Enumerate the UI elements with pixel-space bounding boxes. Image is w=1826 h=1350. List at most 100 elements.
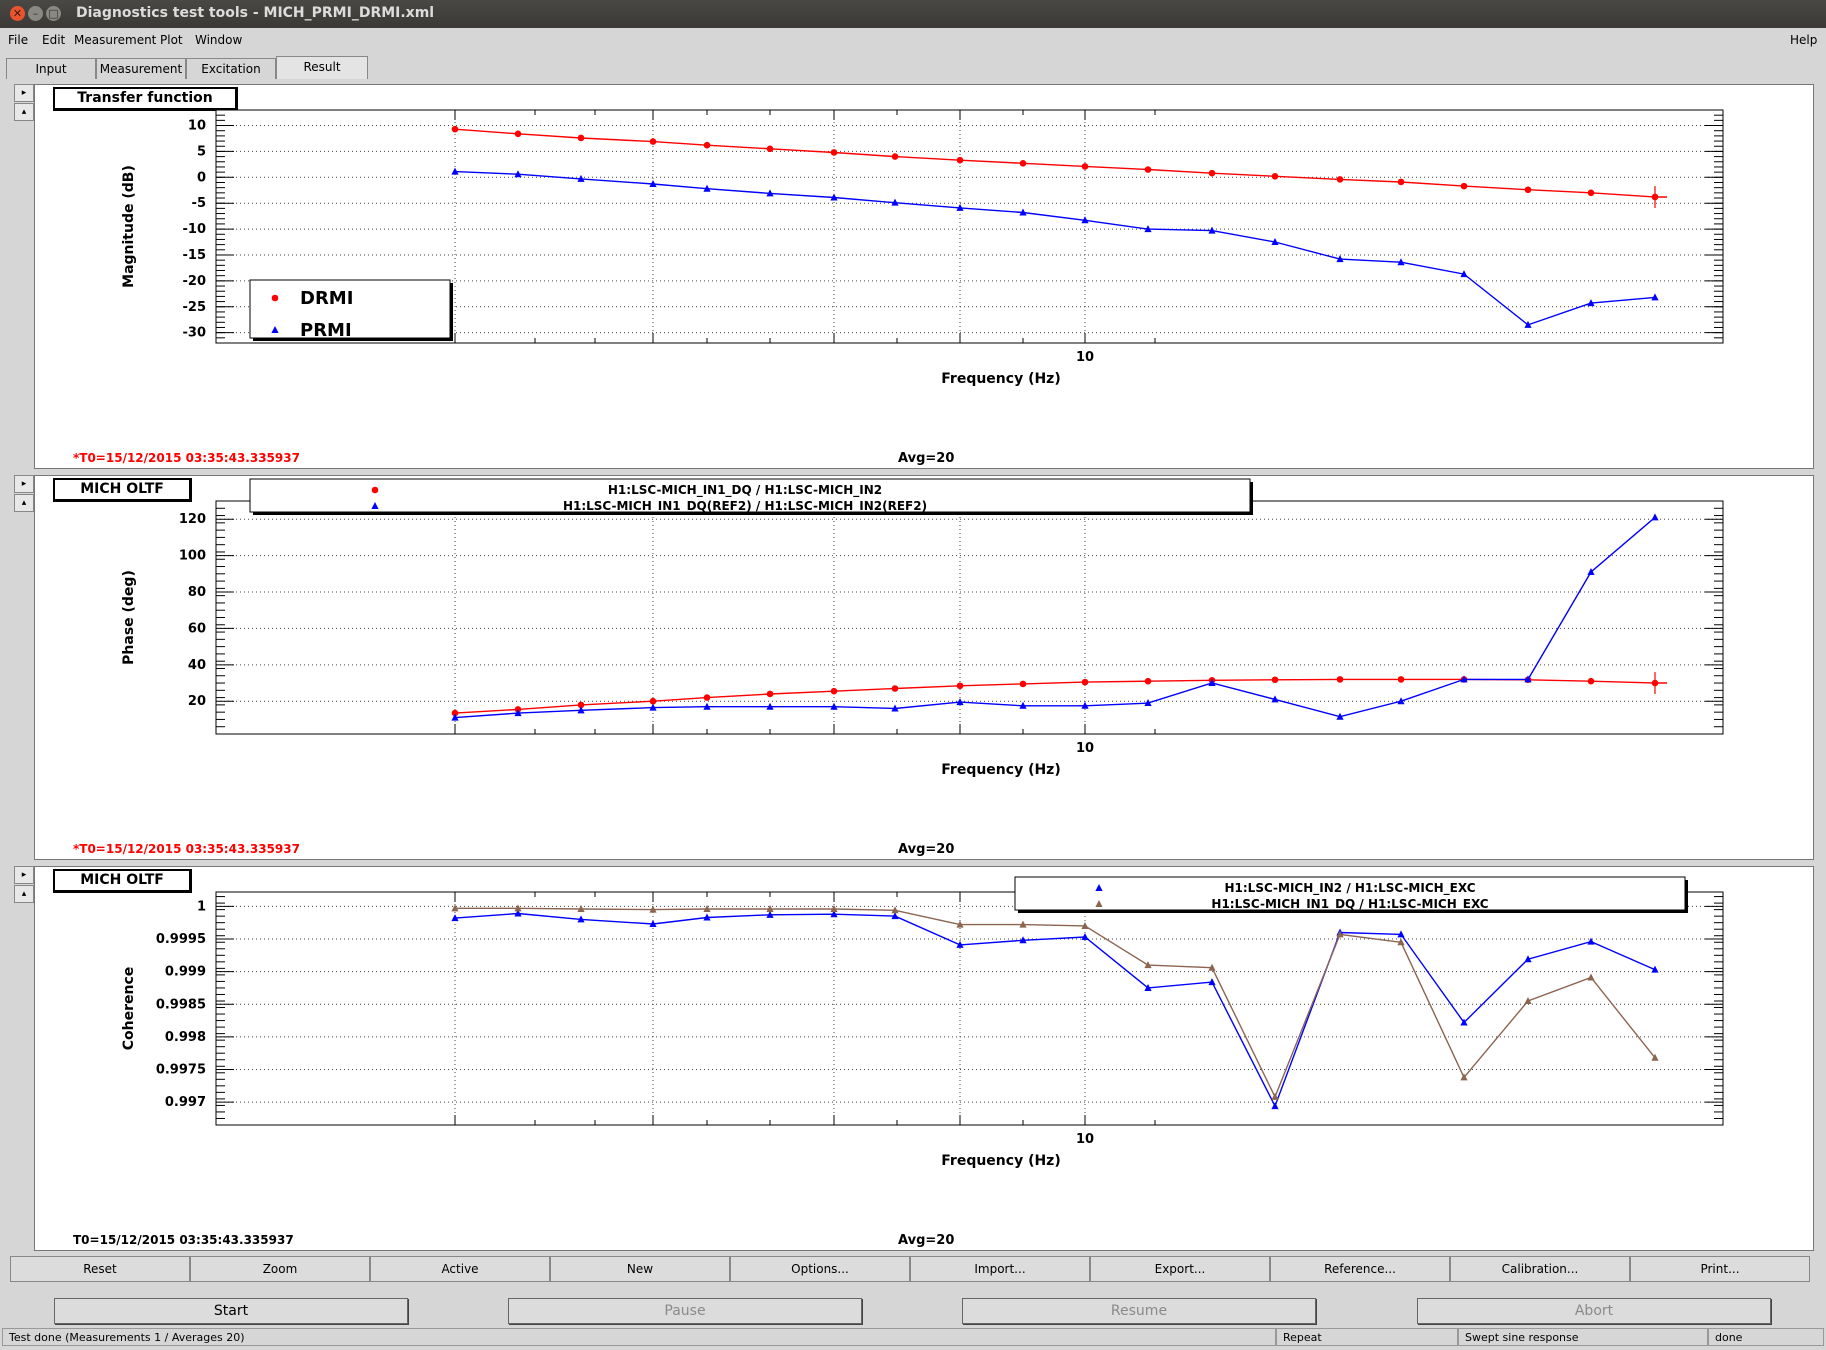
plot-panel-transfer-function[interactable]: Transfer function 10 5 0 -5 -10 -15 -20 -25 -30 1… — [34, 84, 1814, 469]
y-axis-label: Phase (deg) — [121, 570, 137, 665]
plot-panel-mich-oltf-coherence[interactable]: MICH OLTF 1 0.9995 0.999 0.9985 0.998 0.9975 0… — [34, 866, 1814, 1251]
magnitude-plot[interactable]: 10 5 0 -5 -10 -15 -20 -25 -30 10 Frequency (Hz) Mag… — [35, 85, 1813, 468]
data-point — [1397, 178, 1405, 186]
status-type: Swept sine response — [1458, 1328, 1708, 1346]
data-point — [956, 156, 964, 164]
menu-measurement[interactable]: Measurement — [74, 33, 156, 47]
resume-button[interactable]: Resume — [962, 1298, 1316, 1324]
tab-input[interactable]: Input — [6, 58, 96, 79]
data-point — [703, 694, 711, 701]
legend-label: PRMI — [300, 320, 352, 341]
data-point — [1144, 677, 1152, 685]
legend-label: H1:LSC-MICH_IN1_DQ / H1:LSC-MICH_EXC — [1211, 897, 1488, 912]
close-window-icon[interactable]: ✕ — [10, 6, 25, 21]
maximize-window-icon[interactable]: □ — [46, 6, 61, 21]
data-point — [451, 125, 459, 133]
active-button[interactable]: Active — [370, 1256, 550, 1282]
panel-expand-icon[interactable]: ▸ — [14, 866, 34, 884]
data-point — [1081, 163, 1089, 170]
data-point — [703, 141, 711, 149]
new-button[interactable]: New — [550, 1256, 730, 1282]
timestamp-label: *T0=15/12/2015 03:35:43.335937 — [73, 451, 300, 465]
plot-panel-mich-oltf-phase[interactable]: MICH OLTF 120 100 80 60 40 20 10 Frequency (Hz)… — [34, 475, 1814, 860]
reset-button[interactable]: Reset — [10, 1256, 190, 1282]
import-button[interactable]: Import... — [910, 1256, 1090, 1282]
panel-collapse-icon[interactable]: ▴ — [14, 103, 34, 121]
data-point — [891, 685, 899, 692]
data-point — [1460, 182, 1468, 190]
y-tick-label: -30 — [183, 326, 207, 341]
tab-bar: Input Measurement Excitation Result — [0, 56, 1826, 80]
data-point — [577, 134, 585, 142]
tab-excitation[interactable]: Excitation — [186, 58, 276, 79]
legend-label: DRMI — [300, 288, 353, 309]
x-axis-label: Frequency (Hz) — [941, 1153, 1060, 1169]
panel-expand-icon[interactable]: ▸ — [14, 84, 34, 102]
y-tick-label: 0.9975 — [156, 1063, 206, 1078]
y-tick-label: 0.998 — [165, 1030, 206, 1045]
legend-label: H1:LSC-MICH_IN1_DQ / H1:LSC-MICH_IN2 — [608, 483, 882, 498]
data-point — [1144, 166, 1152, 173]
plot-frame — [215, 891, 1724, 1126]
data-point — [1587, 677, 1595, 685]
y-tick-label: 100 — [179, 549, 206, 564]
coherence-plot[interactable]: 1 0.9995 0.999 0.9985 0.998 0.9975 0.997 10 Freq… — [35, 867, 1813, 1250]
options-button[interactable]: Options... — [730, 1256, 910, 1282]
data-point — [1081, 678, 1089, 686]
plot-toolbar: Reset Zoom Active New Options... Import.… — [10, 1256, 1810, 1282]
panel-collapse-icon[interactable]: ▴ — [14, 885, 34, 903]
menu-help[interactable]: Help — [1790, 33, 1817, 47]
average-label: Avg=20 — [898, 451, 955, 466]
data-point — [1019, 160, 1027, 167]
menu-plot[interactable]: Plot — [160, 33, 183, 47]
tab-result[interactable]: Result — [276, 56, 368, 79]
panel-collapse-icon[interactable]: ▴ — [14, 494, 34, 512]
data-point — [1019, 680, 1027, 688]
menu-bar: File Edit Measurement Plot Window Help — [0, 30, 1826, 52]
reference-button[interactable]: Reference... — [1270, 1256, 1450, 1282]
data-point — [649, 697, 657, 705]
menu-file[interactable]: File — [8, 33, 28, 47]
window-title: Diagnostics test tools - MICH_PRMI_DRMI.… — [76, 5, 435, 21]
minimize-window-icon[interactable]: – — [28, 6, 43, 21]
x-tick-label: 10 — [1076, 741, 1094, 756]
average-label: Avg=20 — [898, 842, 955, 857]
export-button[interactable]: Export... — [1090, 1256, 1270, 1282]
print-button[interactable]: Print... — [1630, 1256, 1810, 1282]
start-button[interactable]: Start — [54, 1298, 408, 1324]
x-tick-label: 10 — [1076, 350, 1094, 365]
x-axis-label: Frequency (Hz) — [941, 371, 1060, 387]
data-point — [830, 149, 838, 156]
status-state: done — [1708, 1328, 1824, 1346]
zoom-button[interactable]: Zoom — [190, 1256, 370, 1282]
timestamp-label: *T0=15/12/2015 03:35:43.335937 — [73, 842, 300, 856]
y-tick-label: 1 — [197, 899, 206, 914]
phase-plot[interactable]: 120 100 80 60 40 20 10 Frequency (Hz) Phase (deg… — [35, 476, 1813, 859]
panel-expand-icon[interactable]: ▸ — [14, 475, 34, 493]
data-point — [956, 682, 964, 690]
data-point — [1271, 172, 1279, 180]
y-tick-label: 60 — [188, 621, 206, 636]
x-axis-label: Frequency (Hz) — [941, 762, 1060, 778]
y-tick-label: 0.997 — [165, 1095, 206, 1110]
y-tick-label: 0.999 — [165, 965, 206, 980]
data-point — [1271, 676, 1279, 684]
legend-label: H1:LSC-MICH_IN1_DQ(REF2) / H1:LSC-MICH_I… — [563, 499, 927, 514]
menu-window[interactable]: Window — [195, 33, 242, 47]
data-point — [514, 130, 522, 138]
data-point — [1397, 676, 1405, 683]
pause-button[interactable]: Pause — [508, 1298, 862, 1324]
y-tick-label: 10 — [188, 119, 206, 134]
menu-edit[interactable]: Edit — [42, 33, 65, 47]
tab-measurement[interactable]: Measurement — [96, 58, 186, 79]
y-tick-label: 80 — [188, 585, 206, 600]
y-tick-label: 0.9985 — [156, 997, 206, 1012]
legend-marker — [371, 486, 379, 494]
abort-button[interactable]: Abort — [1417, 1298, 1771, 1324]
data-point — [1587, 189, 1595, 197]
y-tick-label: -15 — [183, 248, 207, 263]
calibration-button[interactable]: Calibration... — [1450, 1256, 1630, 1282]
status-mode: Repeat — [1276, 1328, 1458, 1346]
data-point — [1336, 176, 1344, 183]
status-message: Test done (Measurements 1 / Averages 20) — [2, 1328, 1276, 1346]
